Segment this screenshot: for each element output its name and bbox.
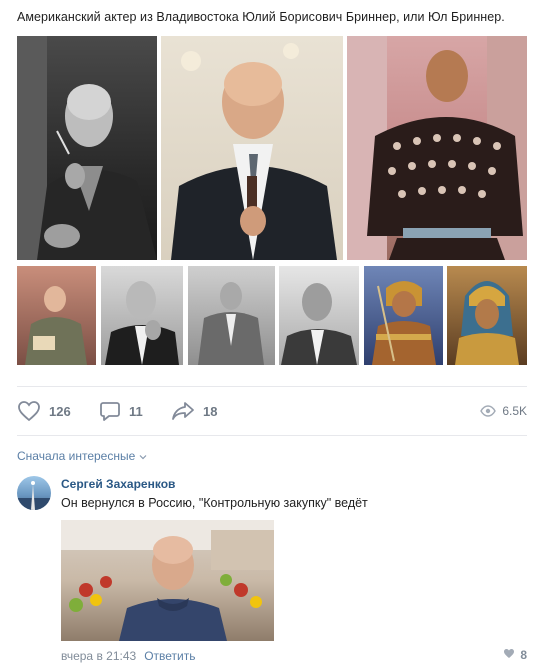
reply-button[interactable]: Ответить [144, 649, 195, 663]
post-photo-9[interactable] [447, 266, 527, 365]
sort-label: Сначала интересные [17, 449, 136, 463]
views-indicator: 6.5K [480, 398, 527, 424]
post-photo-3[interactable] [347, 36, 527, 260]
comment-like-button[interactable]: 8 [503, 648, 527, 662]
post-photo-7[interactable] [279, 266, 359, 365]
comment-author-avatar[interactable] [17, 476, 51, 510]
comment-photo[interactable] [61, 520, 274, 641]
heart-icon [503, 648, 515, 662]
post-photo-4[interactable] [17, 266, 96, 365]
post-photo-2[interactable] [161, 36, 343, 260]
post-photo-8[interactable] [364, 266, 443, 365]
comment-like-count: 8 [520, 648, 527, 662]
eye-icon [480, 405, 497, 417]
comments-sort-dropdown[interactable]: Сначала интересные [17, 449, 147, 463]
share-button[interactable]: 18 [171, 398, 217, 424]
share-arrow-icon [171, 400, 195, 422]
post-photo-5[interactable] [101, 266, 183, 365]
comment-text: Он вернулся в Россию, "Контрольную закуп… [61, 496, 368, 510]
chevron-down-icon [139, 449, 147, 463]
comment-count: 11 [129, 403, 143, 419]
post-actions-bar: 126 11 18 6.5K [17, 398, 527, 424]
comment-icon [99, 400, 121, 422]
comments-divider [17, 435, 527, 436]
comment-button[interactable]: 11 [99, 398, 143, 424]
comment-meta: вчера в 21:43 Ответить [61, 649, 195, 663]
like-button[interactable]: 126 [17, 398, 71, 424]
post-text: Американский актер из Владивостока Юлий … [17, 10, 505, 24]
heart-icon [17, 400, 41, 422]
post-divider [17, 386, 527, 387]
views-count: 6.5K [502, 404, 527, 418]
like-count: 126 [49, 403, 71, 419]
comment-author-name[interactable]: Сергей Захаренков [61, 477, 175, 491]
post-photo-6[interactable] [188, 266, 275, 365]
post-photo-1[interactable] [17, 36, 157, 260]
share-count: 18 [203, 403, 218, 419]
comment-time[interactable]: вчера в 21:43 [61, 649, 136, 663]
